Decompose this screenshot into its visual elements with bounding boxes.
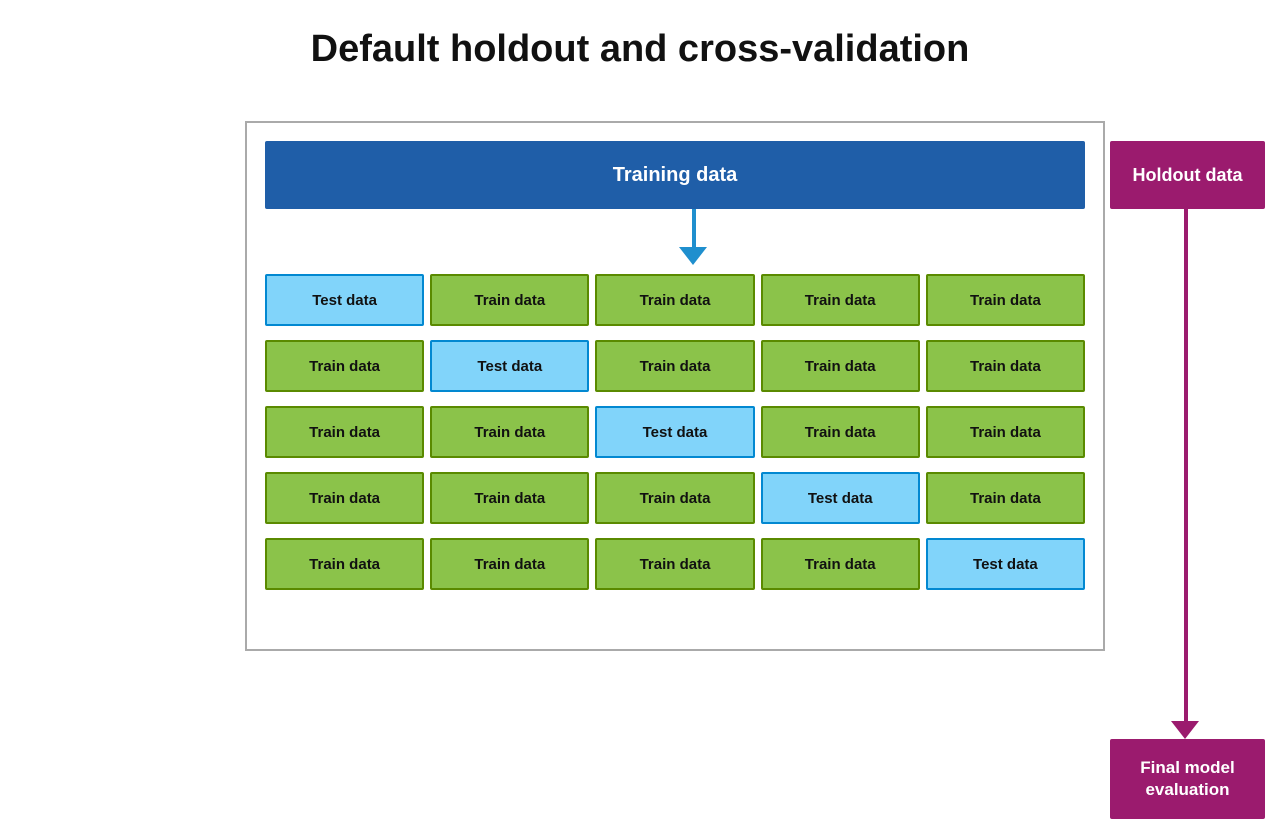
iter-cells-4: Train dataTrain dataTrain dataTest dataT…: [265, 472, 1085, 524]
cell-r5-c1: Train data: [265, 538, 424, 590]
holdout-bar: Holdout data: [1110, 141, 1265, 209]
cell-r3-c2: Train data: [430, 406, 589, 458]
iteration-label-3: Iteration 3: [0, 401, 90, 463]
cell-r5-c3: Train data: [595, 538, 754, 590]
iter-row-3: Train dataTrain dataTest dataTrain dataT…: [265, 401, 1085, 463]
iter-row-4: Train dataTrain dataTrain dataTest dataT…: [265, 467, 1085, 529]
iter-cells-2: Train dataTest dataTrain dataTrain dataT…: [265, 340, 1085, 392]
cell-r4-c4: Test data: [761, 472, 920, 524]
cell-r1-c1: Test data: [265, 274, 424, 326]
iter-cells-5: Train dataTrain dataTrain dataTrain data…: [265, 538, 1085, 590]
diagram-container: Training data Holdout data Final modelev…: [90, 91, 1190, 101]
purple-arrow-line: [1184, 209, 1188, 727]
page-title: Default holdout and cross-validation: [0, 0, 1280, 91]
iter-row-5: Train dataTrain dataTrain dataTrain data…: [265, 533, 1085, 595]
cell-r2-c3: Train data: [595, 340, 754, 392]
blue-arrow-head: [679, 247, 707, 265]
cell-r5-c2: Train data: [430, 538, 589, 590]
iter-row-2: Train dataTest dataTrain dataTrain dataT…: [265, 335, 1085, 397]
cell-r5-c5: Test data: [926, 538, 1085, 590]
final-model-box: Final modelevaluation: [1110, 739, 1265, 819]
cell-r1-c5: Train data: [926, 274, 1085, 326]
purple-arrow-head: [1171, 721, 1199, 739]
cell-r2-c2: Test data: [430, 340, 589, 392]
cell-r4-c2: Train data: [430, 472, 589, 524]
iter-cells-1: Test dataTrain dataTrain dataTrain dataT…: [265, 274, 1085, 326]
cell-r2-c5: Train data: [926, 340, 1085, 392]
cell-r4-c1: Train data: [265, 472, 424, 524]
blue-arrow-line: [692, 209, 696, 251]
cell-r1-c4: Train data: [761, 274, 920, 326]
iter-cells-3: Train dataTrain dataTest dataTrain dataT…: [265, 406, 1085, 458]
iteration-rows: Test dataTrain dataTrain dataTrain dataT…: [265, 269, 1085, 595]
cell-r2-c1: Train data: [265, 340, 424, 392]
cell-r4-c5: Train data: [926, 472, 1085, 524]
iteration-label-4: Iteration 4: [0, 467, 90, 529]
cell-r5-c4: Train data: [761, 538, 920, 590]
iteration-label-1: Iteration 1: [0, 269, 90, 331]
cell-r1-c3: Train data: [595, 274, 754, 326]
iteration-label-5: Iteration 5: [0, 533, 90, 595]
cell-r3-c4: Train data: [761, 406, 920, 458]
cell-r4-c3: Train data: [595, 472, 754, 524]
cell-r1-c2: Train data: [430, 274, 589, 326]
iter-row-1: Test dataTrain dataTrain dataTrain dataT…: [265, 269, 1085, 331]
cell-r3-c3: Test data: [595, 406, 754, 458]
cell-r3-c5: Train data: [926, 406, 1085, 458]
cell-r2-c4: Train data: [761, 340, 920, 392]
final-model-text: Final modelevaluation: [1140, 757, 1234, 801]
cell-r3-c1: Train data: [265, 406, 424, 458]
training-bar: Training data: [265, 141, 1085, 209]
iteration-label-2: Iteration 2: [0, 335, 90, 397]
